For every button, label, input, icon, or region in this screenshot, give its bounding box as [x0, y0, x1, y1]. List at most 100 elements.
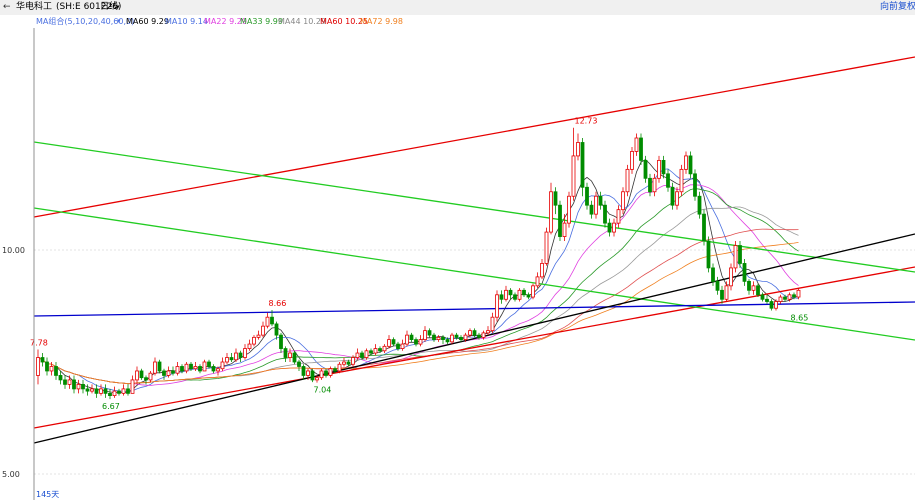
candle-body: [540, 263, 544, 278]
candle-body: [436, 336, 441, 340]
candle-body: [765, 298, 769, 302]
ma22-line: [37, 184, 799, 386]
candle-body: [364, 350, 369, 358]
candle-body: [598, 195, 603, 206]
candle-body: [225, 357, 229, 363]
candle-body: [562, 222, 567, 237]
candle-body: [108, 392, 112, 396]
candle-body: [702, 213, 706, 242]
candle-body: [238, 352, 243, 358]
candle-body: [36, 357, 40, 376]
candle-body: [252, 336, 256, 345]
candle-body: [729, 267, 733, 287]
candle-body: [783, 296, 787, 300]
candle-body: [135, 370, 139, 381]
candle-body: [409, 334, 414, 340]
candle-body: [625, 168, 630, 193]
candle-body: [171, 370, 175, 374]
lower-red-trendline: [33, 266, 915, 429]
candle-body: [126, 388, 130, 394]
candle-body: [468, 330, 472, 336]
candle-body: [315, 377, 319, 381]
candle-body: [792, 294, 796, 298]
candle-body: [697, 195, 702, 215]
candle-body: [657, 159, 661, 179]
candle-body: [63, 379, 67, 385]
upper-red-trendline: [33, 56, 915, 218]
candle-body: [121, 388, 126, 394]
candle-body: [193, 366, 198, 370]
candle-body: [756, 285, 760, 296]
price-annotation: 6.67: [102, 402, 120, 411]
candle-body: [99, 388, 103, 394]
candle-body: [72, 379, 76, 390]
candle-body: [355, 352, 360, 358]
candle-body: [292, 352, 297, 363]
candle-body: [283, 348, 288, 358]
candle-body: [216, 368, 220, 372]
candle-body: [112, 390, 117, 396]
candle-body: [472, 330, 477, 336]
candle-body: [567, 195, 571, 224]
candle-body: [76, 383, 81, 390]
candle-body: [463, 334, 468, 340]
candle-body: [202, 361, 207, 372]
price-annotation: 7.04: [314, 386, 332, 395]
price-annotation: 8.65: [791, 313, 809, 322]
candle-body: [400, 343, 405, 349]
candle-body: [517, 289, 522, 300]
candle-body: [346, 361, 351, 365]
price-annotation: 7.78: [30, 338, 48, 347]
candle-body: [175, 366, 180, 374]
candle-body: [360, 352, 364, 358]
candle-body: [535, 276, 540, 287]
candle-body: [387, 339, 391, 347]
candle-body: [153, 361, 157, 374]
candle-body: [256, 334, 261, 338]
candle-body: [603, 204, 607, 224]
ma72-line: [37, 242, 799, 385]
candle-body: [607, 222, 612, 233]
candle-body: [459, 336, 463, 340]
candle-body: [670, 186, 675, 206]
candle-body: [693, 173, 697, 197]
candle-body: [652, 177, 657, 193]
candle-body: [760, 294, 765, 300]
candle-body: [594, 195, 598, 215]
candle-body: [450, 334, 454, 343]
candle-body: [589, 204, 594, 215]
candle-body: [679, 168, 684, 193]
candle-body: [333, 368, 337, 372]
candle-body: [184, 363, 189, 372]
candlestick-chart[interactable]: 7.78 6.67 8.66 7.04 12.73 8.65 5.00 10.00: [0, 0, 915, 500]
candle-body: [576, 142, 580, 157]
candle-body: [310, 370, 315, 381]
candle-body: [553, 191, 558, 206]
candle-body: [580, 142, 585, 188]
candle-body: [481, 332, 486, 338]
ma33-line: [37, 188, 799, 385]
price-annotation: 8.66: [269, 299, 287, 308]
candle-body: [585, 186, 589, 206]
candle-body: [643, 159, 648, 179]
candle-body: [499, 294, 504, 300]
candle-body: [724, 285, 729, 300]
candle-body: [198, 366, 202, 372]
candle-body: [778, 296, 783, 302]
candle-body: [526, 294, 531, 298]
candle-body: [144, 377, 148, 381]
candle-body: [369, 350, 373, 354]
candle-body: [742, 263, 747, 282]
candle-body: [558, 204, 562, 237]
candle-body: [378, 348, 382, 352]
candle-body: [621, 191, 625, 211]
candle-body: [139, 370, 144, 379]
candle-body: [508, 289, 513, 296]
y-tick-label: 10.00: [2, 246, 25, 255]
candle-body: [441, 336, 445, 340]
candle-body: [639, 137, 643, 161]
candle-body: [337, 363, 342, 372]
candle-body: [661, 159, 666, 175]
candle-body: [684, 155, 688, 170]
candle-body: [40, 357, 45, 363]
